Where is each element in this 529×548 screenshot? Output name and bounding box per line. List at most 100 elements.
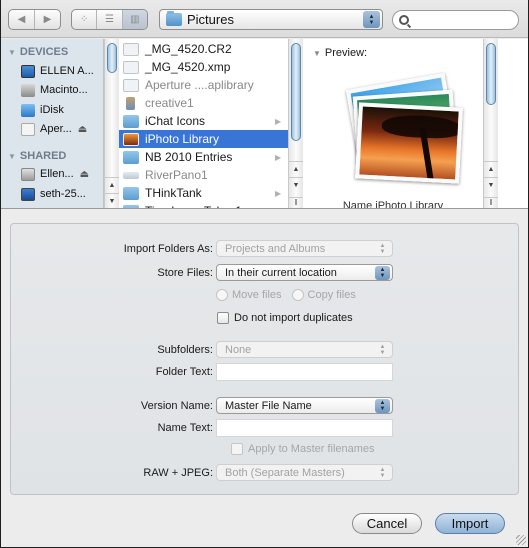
file-item[interactable]: Aperture ....aplibrary xyxy=(119,76,289,94)
scroll-up-arrow-icon[interactable]: ▲ xyxy=(289,161,303,177)
resize-grip-icon[interactable] xyxy=(516,535,526,545)
sidebar-section-devices[interactable]: ▼ DEVICES xyxy=(8,46,68,58)
file-name: TimeLapseTokyo1 xyxy=(145,204,275,208)
column-view-button[interactable]: ▥ xyxy=(122,10,147,29)
popup-value: In their current location xyxy=(225,266,337,279)
forward-button[interactable]: ▶ xyxy=(35,10,60,29)
sidebar: ▼ DEVICES ELLEN A... Macinto... iDisk Ap… xyxy=(1,39,104,208)
file-name: _MG_4520.CR2 xyxy=(145,42,232,56)
file-item[interactable]: _MG_4520.CR2 xyxy=(119,40,289,58)
name-text-field[interactable] xyxy=(216,419,393,437)
scroll-down-arrow-icon[interactable]: ▼ xyxy=(289,177,303,193)
xmp-file-icon xyxy=(123,60,139,74)
scroll-down-arrow-icon[interactable]: ▼ xyxy=(484,177,498,193)
radio-label: Copy files xyxy=(307,289,356,301)
file-name: THinkTank xyxy=(145,186,202,200)
search-input[interactable] xyxy=(415,14,510,26)
eject-icon[interactable]: ⏏ xyxy=(80,169,89,180)
version-name-popup[interactable]: Master File Name ▲ ▼ xyxy=(216,397,393,414)
import-folders-as-popup[interactable]: Projects and Albums ▲ ▼ xyxy=(216,240,393,257)
disk-image-icon xyxy=(21,122,35,136)
disclosure-triangle-icon: ▼ xyxy=(313,48,321,58)
import-folders-as-row: Import Folders As: Projects and Albums ▲… xyxy=(11,240,520,260)
file-browser: ▼ DEVICES ELLEN A... Macinto... iDisk Ap… xyxy=(1,39,528,209)
radio-label: Move files xyxy=(232,289,282,301)
popup-stepper-icon: ▲ ▼ xyxy=(379,343,386,356)
file-column-scrollbar[interactable]: ▲ ▼ ǁ xyxy=(288,39,303,208)
idisk-icon xyxy=(21,103,35,117)
column-resize-handle[interactable]: ǁ xyxy=(289,197,303,208)
file-item[interactable]: RiverPano1 xyxy=(119,166,289,184)
section-title: SHARED xyxy=(19,150,67,162)
file-item-selected[interactable]: iPhoto Library xyxy=(119,130,289,148)
sidebar-item-label: Ellen... xyxy=(40,168,74,180)
preview-column: ▼ Preview: Name iPhoto Library xyxy=(303,39,483,208)
sidebar-item-macintosh-hd[interactable]: Macinto... xyxy=(21,81,101,99)
sidebar-section-shared[interactable]: ▼ SHARED xyxy=(8,150,66,162)
move-files-radio[interactable]: Move files xyxy=(216,289,282,301)
sidebar-item-ellen-laptop[interactable]: ELLEN A... xyxy=(21,62,101,80)
folder-item[interactable]: iChat Icons ▶ xyxy=(119,112,289,130)
file-item[interactable]: _MG_4520.xmp xyxy=(119,58,289,76)
file-action-radio-group: Move files Copy files xyxy=(216,289,356,301)
preview-scrollbar[interactable]: ▲ ▼ ǁ xyxy=(483,39,498,208)
sidebar-item-aperture-disk[interactable]: Aper... ⏏ xyxy=(21,120,101,138)
server-icon xyxy=(21,167,35,181)
disclosure-triangle-icon: ▼ xyxy=(8,151,16,161)
raw-jpeg-popup[interactable]: Both (Separate Masters) ▲ ▼ xyxy=(216,464,393,481)
scroll-down-arrow-icon[interactable]: ▼ xyxy=(105,193,119,208)
subfolders-popup[interactable]: None ▲ ▼ xyxy=(216,341,393,358)
store-files-popup[interactable]: In their current location ▲ ▼ xyxy=(216,264,393,281)
folder-icon xyxy=(123,150,139,164)
do-not-import-duplicates-checkbox[interactable]: Do not import duplicates xyxy=(217,312,353,324)
sidebar-item-idisk[interactable]: iDisk xyxy=(21,101,101,119)
monitor-icon xyxy=(21,187,35,201)
eject-icon[interactable]: ⏏ xyxy=(78,124,87,135)
back-button[interactable]: ◀ xyxy=(9,10,35,29)
file-name: iChat Icons xyxy=(145,114,206,128)
photo-card-sunset xyxy=(355,102,463,184)
scroll-thumb[interactable] xyxy=(291,43,301,141)
aperture-library-icon xyxy=(123,78,139,92)
panorama-file-icon xyxy=(123,171,139,179)
popup-value: Master File Name xyxy=(225,399,312,412)
back-arrow-icon: ◀ xyxy=(17,14,26,25)
disclosure-arrow-icon: ▶ xyxy=(275,152,282,162)
location-popup[interactable]: Pictures ▲ ▼ xyxy=(159,9,383,30)
folder-text-row: Folder Text: xyxy=(11,363,520,383)
icon-view-button[interactable]: ⁘ xyxy=(72,10,98,29)
file-name: RiverPano1 xyxy=(145,168,208,182)
folder-text-field[interactable] xyxy=(216,363,393,381)
search-field[interactable] xyxy=(392,10,519,30)
folder-item[interactable]: NB 2010 Entries ▶ xyxy=(119,148,289,166)
popup-value: Projects and Albums xyxy=(225,242,326,255)
file-item[interactable]: creative1 xyxy=(119,94,289,112)
checkbox-box xyxy=(217,312,229,324)
scroll-up-arrow-icon[interactable]: ▲ xyxy=(484,161,498,177)
alias-folder-icon xyxy=(123,114,139,128)
scroll-up-arrow-icon[interactable]: ▲ xyxy=(105,177,119,193)
scroll-thumb[interactable] xyxy=(486,43,496,105)
sidebar-item-ellen-server[interactable]: Ellen... ⏏ xyxy=(21,165,101,183)
laptop-icon xyxy=(21,64,35,78)
column-resize-handle[interactable]: ǁ xyxy=(484,197,498,208)
sidebar-item-seth[interactable]: seth-25... xyxy=(21,185,101,203)
apply-to-master-filenames-checkbox[interactable]: Apply to Master filenames xyxy=(231,443,375,455)
folder-item[interactable]: TimeLapseTokyo1 ▶ xyxy=(119,202,289,208)
import-button[interactable]: Import xyxy=(435,513,505,534)
preview-header[interactable]: ▼ Preview: xyxy=(313,47,367,59)
list-view-button[interactable]: ☰ xyxy=(97,10,123,29)
iphoto-library-icon xyxy=(123,132,139,146)
view-mode-buttons: ⁘ ☰ ▥ xyxy=(71,9,148,30)
file-action-row: Move files Copy files xyxy=(11,288,520,308)
sidebar-scrollbar[interactable]: ▲ ▼ xyxy=(104,39,119,208)
import-dialog: ◀ ▶ ⁘ ☰ ▥ Pictures ▲▼ ▼ DEVICES ELLEN A xyxy=(1,0,528,547)
store-files-label: Store Files: xyxy=(157,267,213,279)
preview-title: Preview: xyxy=(324,47,368,59)
copy-files-radio[interactable]: Copy files xyxy=(291,289,356,301)
cancel-button[interactable]: Cancel xyxy=(352,513,422,534)
folder-icon xyxy=(123,186,139,200)
scroll-thumb[interactable] xyxy=(107,43,117,73)
folder-item[interactable]: THinkTank ▶ xyxy=(119,184,289,202)
file-name: NB 2010 Entries xyxy=(145,150,233,164)
